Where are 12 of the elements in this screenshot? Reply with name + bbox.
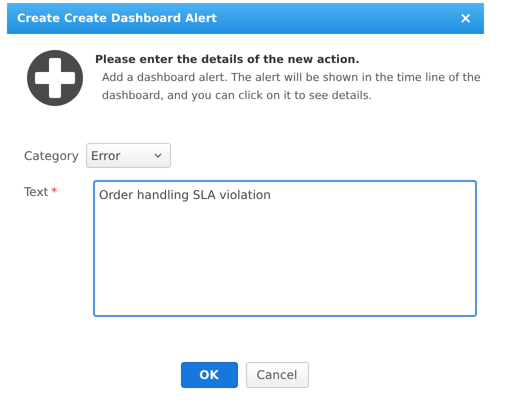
category-select[interactable]: Error — [86, 143, 171, 168]
dialog-title: Create Create Dashboard Alert — [17, 10, 217, 27]
ok-button[interactable]: OK — [180, 362, 238, 388]
plus-icon — [27, 50, 83, 106]
dialog-heading: Please enter the details of the new action. — [95, 52, 361, 68]
caret-icon — [154, 153, 162, 158]
field-label: Text — [24, 184, 48, 201]
cancel-button[interactable]: Cancel — [246, 362, 308, 388]
dialog-description: Add a dashboard alert. The alert will be shown in the time line of the dashboard, and you can click on it to see details. — [101, 70, 482, 104]
text-field[interactable]: Order handling SLA violation — [93, 180, 477, 317]
required-mark: * — [51, 184, 58, 201]
field-label: Category — [24, 148, 79, 165]
